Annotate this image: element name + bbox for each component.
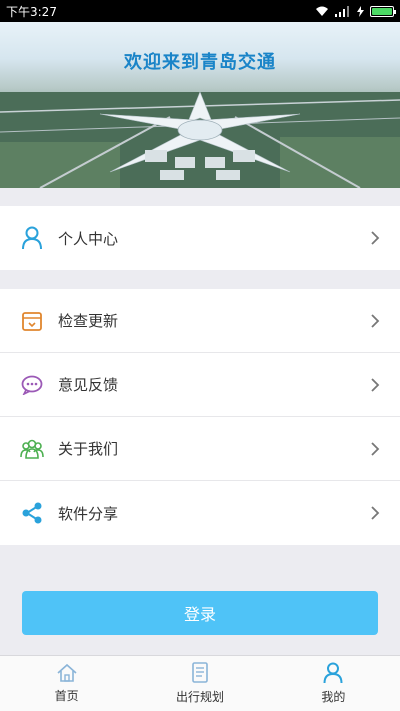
chevron-right-icon	[371, 377, 380, 392]
banner-image: 欢迎来到青岛交通	[0, 22, 400, 188]
chevron-right-icon	[371, 506, 380, 520]
airport-illustration	[0, 91, 400, 188]
status-bar: 下午3:27	[0, 0, 400, 22]
menu-item-label: 软件分享	[58, 504, 119, 523]
settings-group: 检查更新 意见反馈 关于我们 软件分享	[0, 289, 400, 545]
menu-item-label: 关于我们	[58, 440, 119, 458]
person-icon	[323, 662, 343, 684]
menu-item-about-us[interactable]: 关于我们	[0, 417, 400, 481]
banner-title: 欢迎来到青岛交通	[124, 52, 276, 73]
wifi-icon	[316, 6, 328, 16]
menu-item-feedback[interactable]: 意见反馈	[0, 353, 400, 417]
battery-icon	[370, 5, 396, 17]
login-button[interactable]: 登录	[22, 591, 378, 635]
chevron-right-icon	[371, 441, 380, 456]
tab-home[interactable]: 首页	[0, 656, 133, 711]
profile-group: 个人中心	[0, 206, 400, 270]
home-icon	[57, 663, 77, 682]
chat-bubble-icon	[20, 373, 44, 397]
status-icons	[315, 5, 396, 17]
menu-item-label: 个人中心	[58, 229, 119, 248]
bottom-tab-bar: 首页 出行规划 我的	[0, 655, 400, 711]
update-box-icon	[20, 309, 44, 333]
share-icon	[20, 501, 44, 525]
person-icon	[20, 226, 44, 250]
signal-icon	[335, 5, 349, 17]
tab-label: 出行规划	[175, 690, 224, 704]
tab-label: 我的	[321, 690, 346, 704]
document-icon	[192, 662, 208, 683]
chevron-right-icon	[371, 313, 380, 328]
group-icon	[20, 437, 44, 461]
menu-item-check-update[interactable]: 检查更新	[0, 289, 400, 353]
menu-item-share[interactable]: 软件分享	[0, 481, 400, 545]
tab-mine[interactable]: 我的	[267, 656, 400, 711]
tab-trip-planning[interactable]: 出行规划	[133, 656, 266, 711]
charging-icon	[357, 5, 364, 17]
menu-item-label: 检查更新	[58, 312, 119, 330]
menu-item-label: 意见反馈	[58, 376, 119, 394]
chevron-right-icon	[371, 231, 380, 245]
menu-item-profile[interactable]: 个人中心	[0, 206, 400, 270]
status-time: 下午3:27	[6, 4, 57, 19]
tab-label: 首页	[54, 689, 79, 703]
